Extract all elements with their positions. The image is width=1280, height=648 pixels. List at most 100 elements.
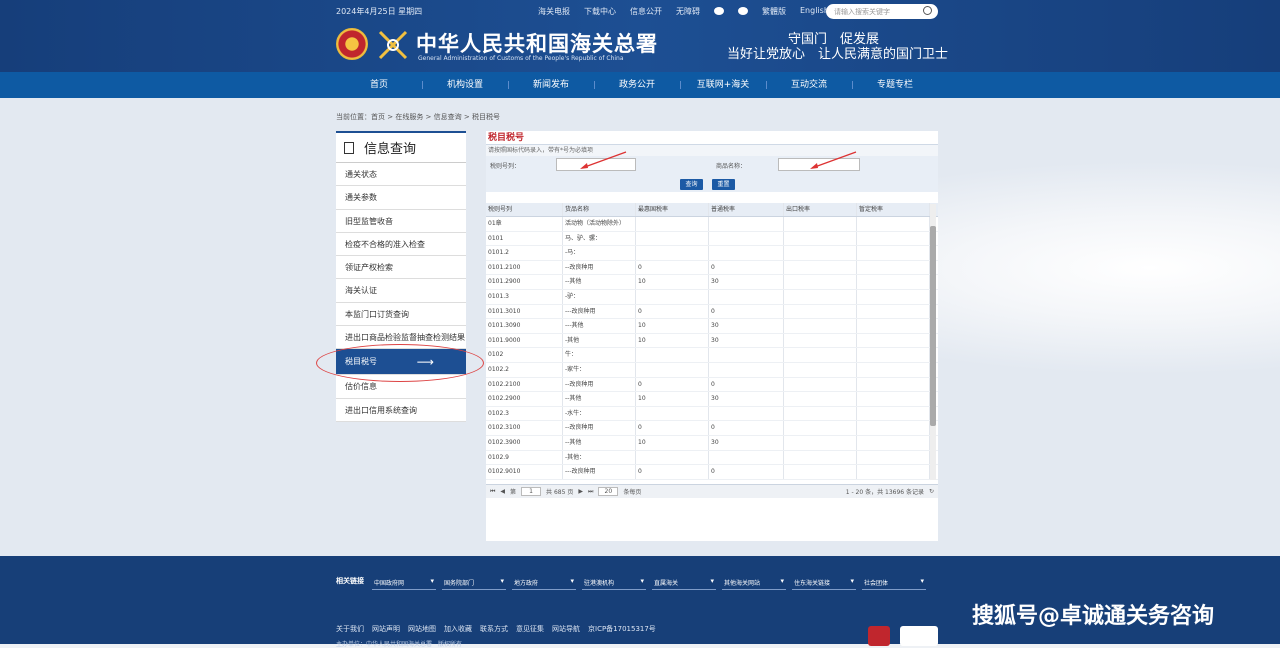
column-header[interactable]: 普通税率 [709,203,784,216]
table-row[interactable]: 0101.3 -驴： [486,289,938,305]
site-title: 中华人民共和国海关总署 [416,31,658,56]
next-page-icon[interactable]: ▶ [578,488,583,495]
table-cell [857,275,930,289]
field1-label: 税则号列： [490,163,521,170]
sidebar-item[interactable]: 通关参数 [336,186,466,210]
link-select[interactable]: 中国政府网 [372,572,436,590]
table-row[interactable]: 0102.2900 --其他 10 30 [486,392,938,407]
first-page-icon[interactable]: ⏮ [490,488,495,496]
link-select[interactable]: 直属海关 [652,572,716,590]
top-link[interactable]: 下载中心 [584,6,616,17]
table-cell [857,362,930,377]
table-row[interactable]: 0101.3090 ---其他 10 30 [486,319,938,334]
table-cell [636,450,709,465]
sidebar-item[interactable]: 本监门口订货查询 [336,302,466,327]
page-number-input[interactable]: 1 [521,487,542,496]
weibo-icon[interactable]: 微博 [714,7,724,15]
footer-link[interactable]: 网站导航 [552,624,580,634]
table-row[interactable]: 0102 牛： [486,348,938,363]
nav-item-news[interactable]: 新闻发布 [508,72,594,98]
table-row[interactable]: 0102.3900 --其他 10 30 [486,435,938,451]
link-select[interactable]: 社会团体 [862,572,926,590]
table-row[interactable]: 0102.3100 --改良种用 0 0 [486,421,938,436]
link-select[interactable]: 其他海关网站 [722,572,786,590]
link-select[interactable]: 住东海关链接 [792,572,856,590]
table-row[interactable]: 0101.3010 ---改良种用 0 0 [486,304,938,320]
table-row[interactable]: 0101.2 -马： [486,246,938,261]
top-link[interactable]: 无障碍 [676,6,700,17]
table-cell [709,217,784,231]
last-page-icon[interactable]: ⏭ [588,488,593,496]
table-row[interactable]: 0102.3 -水牛： [486,406,938,422]
top-link[interactable]: English [800,6,829,17]
link-select[interactable]: 驻港澳机构 [582,572,646,590]
top-link[interactable]: 繁體版 [762,6,786,17]
table-row[interactable]: 0102.9 -其他： [486,450,938,466]
top-link[interactable]: 信息公开 [630,6,662,17]
nav-item-topics[interactable]: 专题专栏 [852,72,938,98]
scrollbar-thumb[interactable] [930,226,936,426]
sidebar-item[interactable]: 旧型监管收音 [336,209,466,233]
sidebar-item[interactable]: 领证产权检索 [336,256,466,280]
table-cell [636,217,709,231]
sidebar-item[interactable]: 海关认证 [336,279,466,303]
sidebar-item[interactable]: 通关状态 [336,163,466,187]
prev-page-icon[interactable]: ◀ [500,488,505,495]
footer-link[interactable]: 加入收藏 [444,624,472,634]
table-row[interactable]: 0101.2900 --其他 10 30 [486,275,938,290]
table-cell: 0 [709,304,784,319]
table-row[interactable]: 0101.2100 --改良种用 0 0 [486,260,938,276]
column-header[interactable]: 最惠国税率 [636,203,709,216]
table-cell [857,333,930,348]
table-row[interactable]: 0102.2100 --改良种用 0 0 [486,377,938,393]
query-button[interactable]: 查询 [680,179,703,190]
table-row[interactable]: 0102.2 -家牛： [486,362,938,378]
search-input[interactable]: 请输入搜索关键字 [826,4,938,19]
top-link[interactable]: 海关电报 [538,6,570,17]
table-cell: 0101 [486,231,563,246]
table-scrollbar[interactable] [930,204,936,480]
page-label: 第 [510,489,517,496]
party-badge-icon[interactable] [868,626,890,646]
table-cell [709,362,784,377]
reset-button[interactable]: 重置 [712,179,735,190]
table-cell [857,217,930,231]
table-cell: -家牛： [563,362,636,377]
link-select[interactable]: 地方政府 [512,572,576,590]
table-row[interactable]: 0102.9010 ---改良种用 0 0 [486,465,938,480]
refresh-icon[interactable]: ↻ [929,488,934,495]
table-cell [857,450,930,465]
table-cell: 0102.2 [486,362,563,377]
table-cell: 0102.3900 [486,435,563,450]
footer-link[interactable]: 网站声明 [372,624,400,634]
column-header[interactable]: 暂定税率 [857,203,930,216]
table-row[interactable]: 0101 马、驴、骡： [486,231,938,247]
table-cell: 0101.2900 [486,275,563,289]
table-cell: --改良种用 [563,377,636,392]
nav-item-interact[interactable]: 互动交流 [766,72,852,98]
sidebar-item[interactable]: 进出口信用系统查询 [336,398,466,422]
footer-link[interactable]: 联系方式 [480,624,508,634]
column-header[interactable]: 税则号列 [486,203,563,216]
wechat-icon[interactable]: 微信 [738,7,748,15]
nav-item-home[interactable]: 首页 [336,72,422,98]
search-icon[interactable] [923,6,932,15]
per-page-label: 条每页 [623,489,642,496]
table-row[interactable]: 0101.9000 -其他 10 30 [486,333,938,349]
nav-item-internet[interactable]: 互联网+海关 [680,72,766,98]
table-cell [784,406,857,421]
footer-link[interactable]: 意见征集 [516,624,544,634]
link-select[interactable]: 国务院部门 [442,572,506,590]
table-row[interactable]: 01章 活动物（活动物除外） [486,217,938,232]
sidebar-item[interactable]: 检疫不合格的准入检查 [336,232,466,257]
nav-item-open[interactable]: 政务公开 [594,72,680,98]
page-size-select[interactable]: 20 [598,487,619,496]
column-header[interactable]: 货品名称 [563,203,636,216]
nav-item-org[interactable]: 机构设置 [422,72,508,98]
footer-link[interactable]: 关于我们 [336,624,364,634]
footer-link[interactable]: 网站地图 [408,624,436,634]
column-header[interactable]: 出口税率 [784,203,857,216]
gov-site-badge-icon[interactable] [900,626,938,646]
highlight-circle-annotation [316,344,484,382]
table-cell [636,246,709,260]
